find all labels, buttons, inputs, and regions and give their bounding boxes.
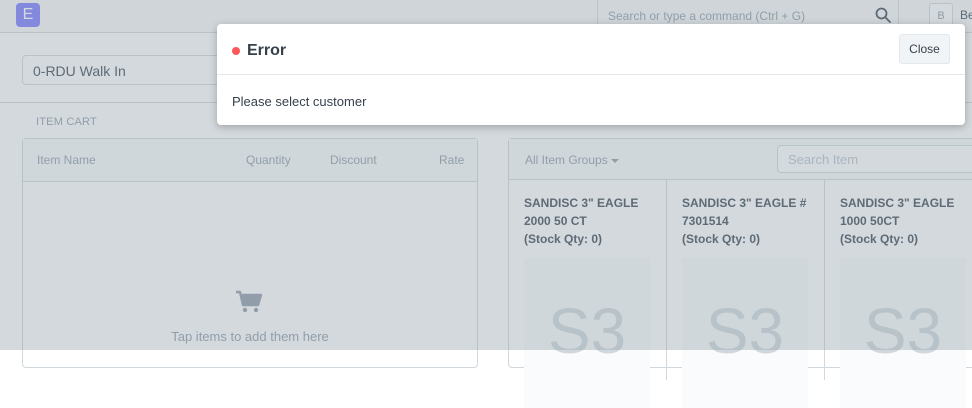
error-dialog: Error Close Please select customer xyxy=(217,24,965,125)
error-indicator-dot xyxy=(232,47,240,55)
dialog-message: Please select customer xyxy=(232,94,367,109)
close-button[interactable]: Close xyxy=(899,34,950,64)
dialog-header: Error Close xyxy=(217,24,965,75)
dialog-title: Error xyxy=(247,42,287,59)
